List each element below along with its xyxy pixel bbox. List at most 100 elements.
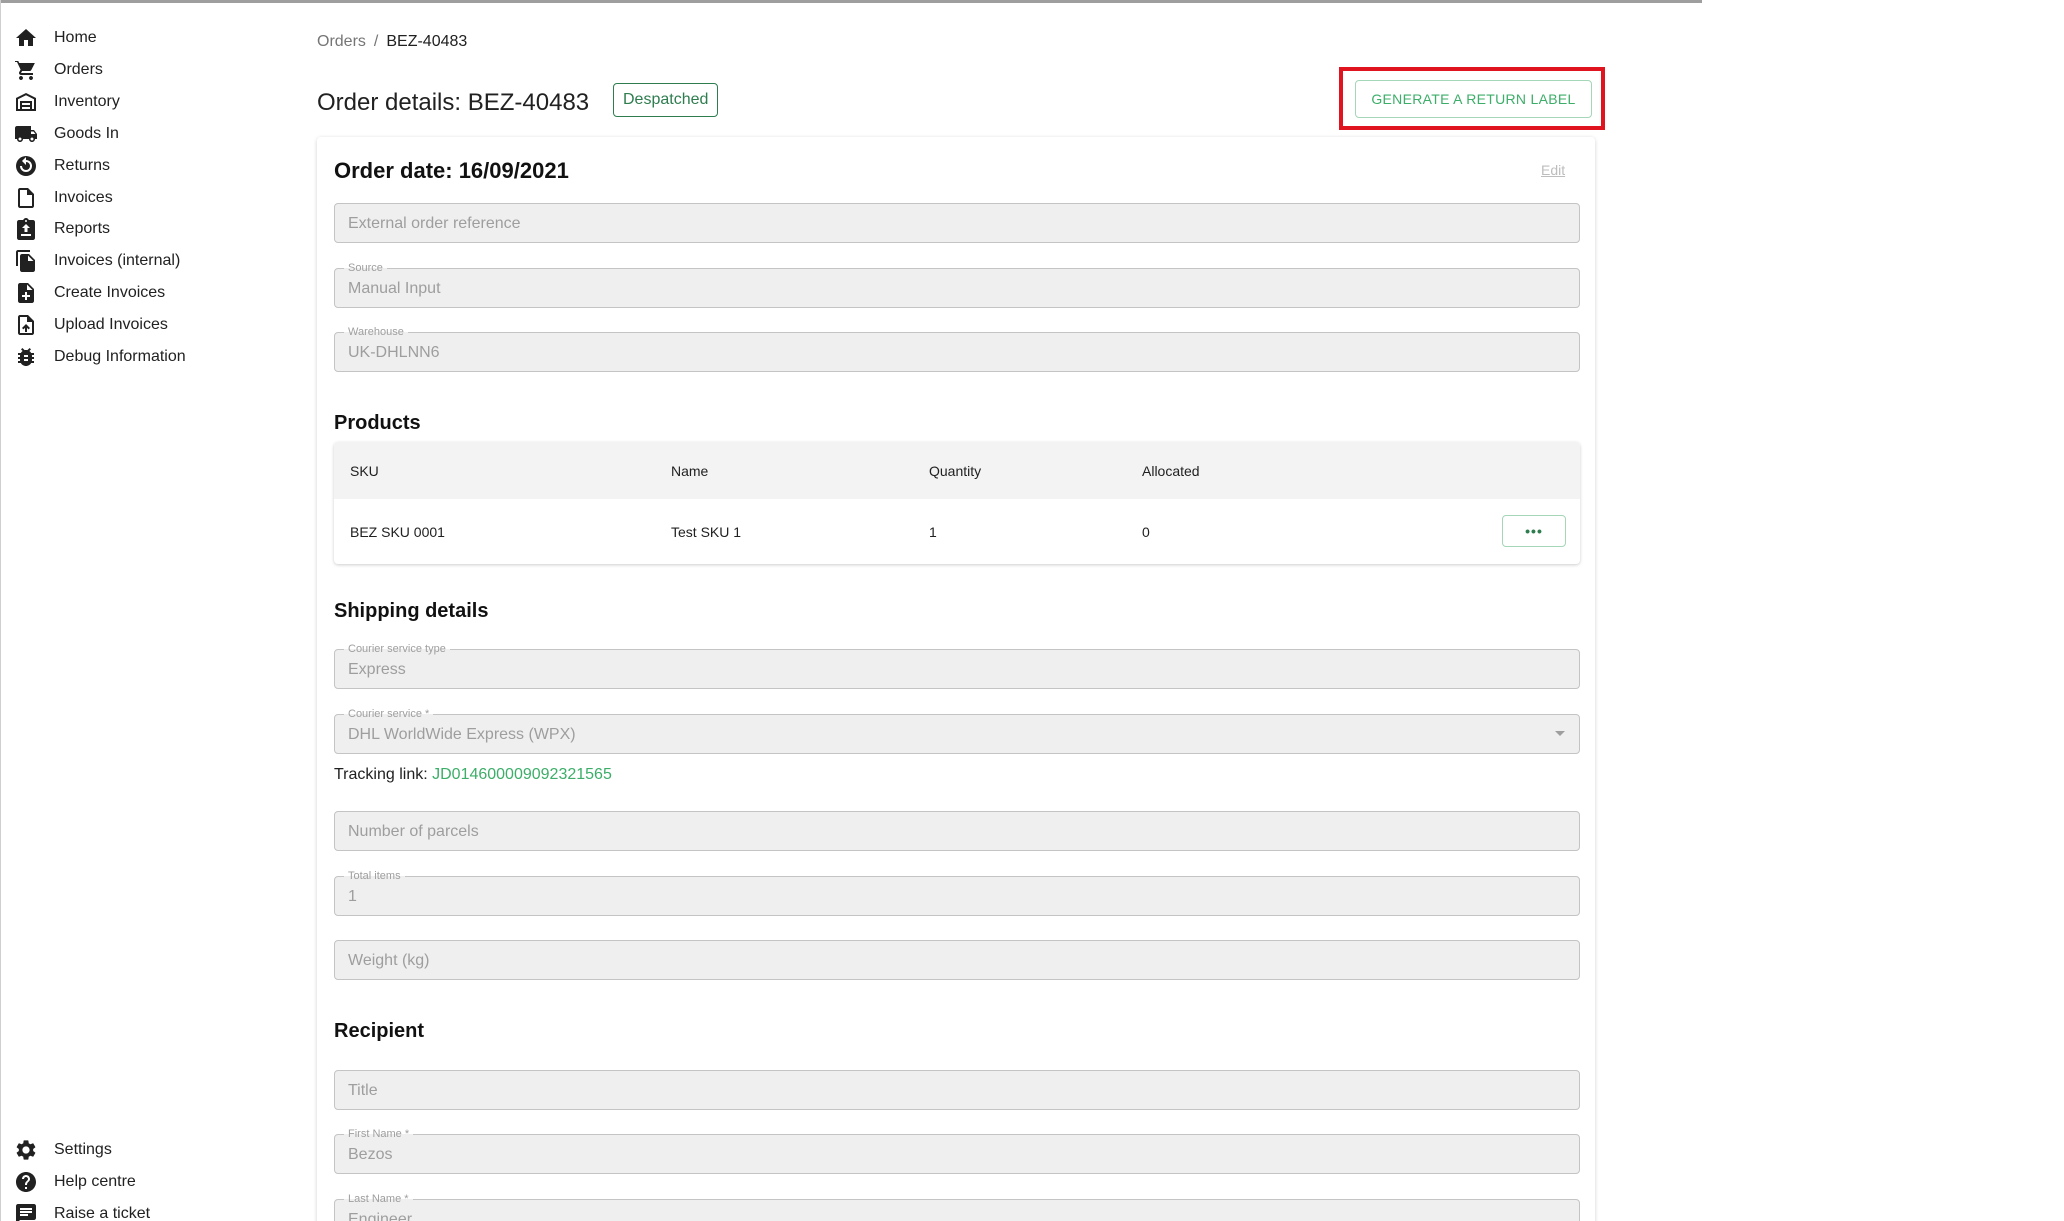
- number-of-parcels-field[interactable]: Number of parcels: [334, 811, 1580, 851]
- sidebar-item-label: Inventory: [54, 93, 120, 110]
- message-icon: [14, 1202, 38, 1221]
- bug-icon: [14, 345, 38, 369]
- gear-icon: [14, 1138, 38, 1162]
- sidebar-item-label: Help centre: [54, 1173, 136, 1190]
- sidebar-item-label: Orders: [54, 61, 103, 78]
- field-label: Total items: [344, 869, 405, 883]
- edit-link[interactable]: Edit: [1541, 162, 1565, 178]
- cart-icon: [14, 58, 38, 82]
- page-title: Order details: BEZ-40483: [317, 89, 590, 116]
- breadcrumb-current: BEZ-40483: [386, 33, 468, 50]
- sidebar-item-label: Upload Invoices: [54, 316, 168, 333]
- field-value: Bezos: [348, 1146, 393, 1163]
- products-heading: Products: [334, 412, 421, 434]
- field-label: Last Name *: [344, 1192, 413, 1206]
- sidebar-item-label: Create Invoices: [54, 284, 166, 301]
- truck-icon: [14, 122, 38, 146]
- sidebar-item-label: Reports: [54, 220, 111, 237]
- field-value: Engineer: [348, 1211, 413, 1221]
- cell-name: Test SKU 1: [671, 524, 742, 540]
- sidebar-item-label: Home: [54, 29, 97, 46]
- sidebar-item-reports[interactable]: Reports: [14, 214, 110, 244]
- field-value: UK-DHLNN6: [348, 344, 440, 361]
- sidebar-item-invoices[interactable]: Invoices: [14, 183, 113, 213]
- document-upload-icon: [14, 313, 38, 337]
- more-icon: •••: [1525, 523, 1543, 539]
- order-date-heading: Order date: 16/09/2021: [334, 158, 569, 183]
- return-icon: [14, 154, 38, 178]
- sidebar-item-upload-invoices[interactable]: Upload Invoices: [14, 310, 168, 340]
- report-icon: [14, 217, 38, 241]
- sidebar-item-goods-in[interactable]: Goods In: [14, 119, 119, 149]
- cell-quantity: 1: [929, 524, 937, 540]
- chevron-down-icon: [1555, 731, 1565, 736]
- courier-service-type-field[interactable]: Courier service type Express: [334, 642, 1580, 689]
- sidebar-item-label: Goods In: [54, 125, 119, 142]
- breadcrumb-orders-link[interactable]: Orders: [317, 33, 366, 51]
- field-placeholder: Weight (kg): [348, 952, 430, 969]
- recipient-heading: Recipient: [334, 1020, 425, 1042]
- documents-icon: [14, 249, 38, 273]
- field-label: Warehouse: [344, 325, 408, 339]
- document-add-icon: [14, 281, 38, 305]
- help-icon: [14, 1170, 38, 1194]
- breadcrumb: Orders / BEZ-40483: [317, 33, 467, 51]
- sidebar-item-returns[interactable]: Returns: [14, 151, 110, 181]
- last-name-field[interactable]: Last Name * Engineer: [334, 1192, 1580, 1221]
- status-badge: Despatched: [613, 83, 719, 117]
- products-table: SKU Name Quantity Allocated BEZ SKU 0001…: [334, 442, 1580, 564]
- cell-allocated: 0: [1142, 524, 1150, 540]
- sidebar-item-invoices-internal[interactable]: Invoices (internal): [14, 246, 180, 276]
- total-items-field[interactable]: Total items 1: [334, 869, 1580, 916]
- weight-field[interactable]: Weight (kg): [334, 940, 1580, 980]
- sidebar-item-label: Returns: [54, 157, 111, 174]
- breadcrumb-separator: /: [373, 33, 379, 50]
- first-name-field[interactable]: First Name * Bezos: [334, 1127, 1580, 1174]
- sidebar-item-settings[interactable]: Settings: [14, 1135, 112, 1165]
- sidebar-item-help-centre[interactable]: Help centre: [14, 1167, 136, 1197]
- row-actions-button[interactable]: •••: [1502, 515, 1566, 547]
- cell-sku: BEZ SKU 0001: [350, 524, 445, 540]
- generate-return-label-button[interactable]: GENERATE A RETURN LABEL: [1355, 80, 1592, 118]
- field-value: DHL WorldWide Express (WPX): [348, 726, 576, 743]
- home-icon: [14, 26, 38, 50]
- shipping-details-heading: Shipping details: [334, 600, 489, 622]
- sidebar-item-label: Settings: [54, 1141, 112, 1158]
- recipient-title-field[interactable]: Title: [334, 1070, 1580, 1110]
- sidebar-item-label: Invoices (internal): [54, 252, 181, 269]
- courier-service-select[interactable]: Courier service * DHL WorldWide Express …: [334, 707, 1580, 754]
- field-label: Courier service type: [344, 642, 450, 656]
- column-header-name: Name: [671, 463, 709, 479]
- sidebar-item-label: Debug Information: [54, 348, 186, 365]
- column-header-sku: SKU: [350, 463, 379, 479]
- warehouse-field[interactable]: Warehouse UK-DHLNN6: [334, 325, 1580, 372]
- field-label: First Name *: [344, 1127, 414, 1141]
- table-header: SKU Name Quantity Allocated: [334, 442, 1580, 499]
- source-field[interactable]: Source Manual Input: [334, 261, 1580, 308]
- sidebar-item-create-invoices[interactable]: Create Invoices: [14, 278, 165, 308]
- field-value: Express: [348, 661, 406, 678]
- tracking-link[interactable]: JD014600009092321565: [432, 766, 612, 783]
- column-header-allocated: Allocated: [1142, 463, 1200, 479]
- field-placeholder: Number of parcels: [348, 823, 479, 840]
- field-placeholder: External order reference: [348, 215, 521, 232]
- document-icon: [14, 186, 38, 210]
- sidebar-item-home[interactable]: Home: [14, 23, 97, 53]
- sidebar-item-orders[interactable]: Orders: [14, 55, 103, 85]
- sidebar-item-inventory[interactable]: Inventory: [14, 87, 120, 117]
- field-placeholder: Title: [348, 1082, 378, 1099]
- sidebar-item-raise-ticket[interactable]: Raise a ticket: [14, 1199, 150, 1221]
- external-order-reference-field[interactable]: External order reference: [334, 203, 1580, 243]
- warehouse-icon: [14, 90, 38, 114]
- sidebar: Home Orders Inventory Goods In Returns I…: [0, 0, 300, 1221]
- field-value: Manual Input: [348, 280, 441, 297]
- field-value: 1: [348, 888, 357, 905]
- sidebar-item-label: Raise a ticket: [54, 1205, 151, 1221]
- tracking-info: Tracking link: JD014600009092321565: [334, 766, 612, 784]
- field-label: Courier service *: [344, 707, 434, 721]
- field-label: Source: [344, 261, 387, 275]
- tracking-label: Tracking link:: [334, 766, 433, 783]
- sidebar-item-label: Invoices: [54, 189, 113, 206]
- sidebar-item-debug-information[interactable]: Debug Information: [14, 342, 186, 372]
- column-header-quantity: Quantity: [929, 463, 982, 479]
